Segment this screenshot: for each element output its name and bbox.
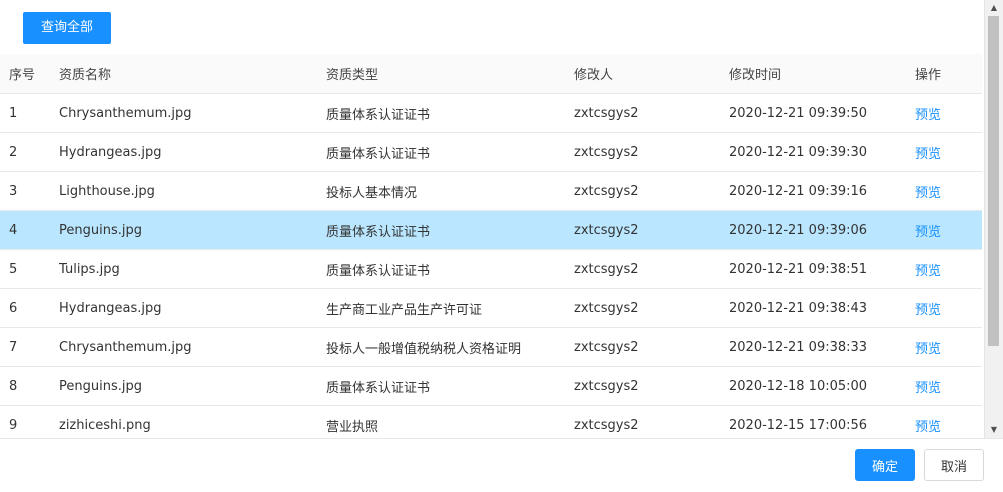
cell-index: 8 — [0, 366, 59, 406]
cell-modifier: zxtcsgys2 — [574, 171, 729, 211]
preview-link[interactable]: 预览 — [915, 288, 982, 328]
cell-index: 2 — [0, 132, 59, 172]
cell-name: Chrysanthemum.jpg — [59, 327, 326, 367]
preview-link[interactable]: 预览 — [915, 93, 982, 133]
table-row-selected[interactable]: 4 Penguins.jpg 质量体系认证证书 zxtcsgys2 2020-1… — [0, 210, 982, 250]
cell-modifier: zxtcsgys2 — [574, 405, 729, 438]
cell-name: Penguins.jpg — [59, 210, 326, 250]
qualification-table: 序号 资质名称 资质类型 修改人 修改时间 操作 1 Chrysanthemum… — [0, 54, 982, 438]
table-header-row: 序号 资质名称 资质类型 修改人 修改时间 操作 — [0, 54, 982, 94]
preview-link[interactable]: 预览 — [915, 132, 982, 172]
cell-type: 质量体系认证证书 — [326, 93, 574, 133]
cell-time: 2020-12-15 17:00:56 — [729, 405, 915, 438]
cell-name: Penguins.jpg — [59, 366, 326, 406]
table-row[interactable]: 6 Hydrangeas.jpg 生产商工业产品生产许可证 zxtcsgys2 … — [0, 288, 982, 328]
cell-modifier: zxtcsgys2 — [574, 249, 729, 289]
cell-time: 2020-12-21 09:39:16 — [729, 171, 915, 211]
cell-time: 2020-12-21 09:39:06 — [729, 210, 915, 250]
cell-index: 9 — [0, 405, 59, 438]
cell-index: 1 — [0, 93, 59, 133]
cell-type: 质量体系认证证书 — [326, 249, 574, 289]
cell-name: Lighthouse.jpg — [59, 171, 326, 211]
preview-link[interactable]: 预览 — [915, 249, 982, 289]
table-row[interactable]: 5 Tulips.jpg 质量体系认证证书 zxtcsgys2 2020-12-… — [0, 249, 982, 289]
table-row[interactable]: 9 zizhiceshi.png 营业执照 zxtcsgys2 2020-12-… — [0, 405, 982, 438]
cell-index: 3 — [0, 171, 59, 211]
cell-type: 投标人基本情况 — [326, 171, 574, 211]
cell-name: Tulips.jpg — [59, 249, 326, 289]
cell-type: 投标人一般增值税纳税人资格证明 — [326, 327, 574, 367]
preview-link[interactable]: 预览 — [915, 210, 982, 250]
cell-modifier: zxtcsgys2 — [574, 210, 729, 250]
cell-name: Chrysanthemum.jpg — [59, 93, 326, 133]
cell-modifier: zxtcsgys2 — [574, 288, 729, 328]
table-row[interactable]: 3 Lighthouse.jpg 投标人基本情况 zxtcsgys2 2020-… — [0, 171, 982, 211]
cell-time: 2020-12-21 09:38:51 — [729, 249, 915, 289]
cancel-button[interactable]: 取消 — [924, 449, 984, 481]
header-name: 资质名称 — [59, 54, 326, 94]
cell-index: 5 — [0, 249, 59, 289]
cell-time: 2020-12-18 10:05:00 — [729, 366, 915, 406]
cell-name: zizhiceshi.png — [59, 405, 326, 438]
cell-type: 质量体系认证证书 — [326, 366, 574, 406]
cell-type: 营业执照 — [326, 405, 574, 438]
scroll-down-arrow-icon[interactable]: ▼ — [985, 422, 1003, 438]
preview-link[interactable]: 预览 — [915, 171, 982, 211]
cell-time: 2020-12-21 09:38:33 — [729, 327, 915, 367]
cell-index: 6 — [0, 288, 59, 328]
toolbar: 查询全部 — [0, 0, 984, 54]
header-time: 修改时间 — [729, 54, 915, 94]
header-modifier: 修改人 — [574, 54, 729, 94]
header-type: 资质类型 — [326, 54, 574, 94]
preview-link[interactable]: 预览 — [915, 327, 982, 367]
vertical-scrollbar[interactable]: ▲ ▼ — [984, 0, 1003, 438]
cell-index: 7 — [0, 327, 59, 367]
preview-link[interactable]: 预览 — [915, 405, 982, 438]
cell-index: 4 — [0, 210, 59, 250]
cell-name: Hydrangeas.jpg — [59, 288, 326, 328]
cell-modifier: zxtcsgys2 — [574, 132, 729, 172]
table-row[interactable]: 7 Chrysanthemum.jpg 投标人一般增值税纳税人资格证明 zxtc… — [0, 327, 982, 367]
cell-time: 2020-12-21 09:38:43 — [729, 288, 915, 328]
cell-name: Hydrangeas.jpg — [59, 132, 326, 172]
cell-modifier: zxtcsgys2 — [574, 93, 729, 133]
dialog-footer: 确定 取消 — [0, 438, 1003, 492]
cell-modifier: zxtcsgys2 — [574, 366, 729, 406]
table-row[interactable]: 1 Chrysanthemum.jpg 质量体系认证证书 zxtcsgys2 2… — [0, 93, 982, 133]
table-row[interactable]: 8 Penguins.jpg 质量体系认证证书 zxtcsgys2 2020-1… — [0, 366, 982, 406]
query-all-button[interactable]: 查询全部 — [23, 12, 111, 44]
cell-modifier: zxtcsgys2 — [574, 327, 729, 367]
confirm-button[interactable]: 确定 — [855, 449, 915, 481]
cell-time: 2020-12-21 09:39:30 — [729, 132, 915, 172]
table-row[interactable]: 2 Hydrangeas.jpg 质量体系认证证书 zxtcsgys2 2020… — [0, 132, 982, 172]
preview-link[interactable]: 预览 — [915, 366, 982, 406]
cell-type: 质量体系认证证书 — [326, 210, 574, 250]
cell-type: 生产商工业产品生产许可证 — [326, 288, 574, 328]
header-action: 操作 — [915, 54, 982, 94]
scroll-thumb[interactable] — [988, 16, 999, 346]
scroll-up-arrow-icon[interactable]: ▲ — [985, 0, 1003, 16]
cell-type: 质量体系认证证书 — [326, 132, 574, 172]
header-index: 序号 — [0, 54, 59, 94]
cell-time: 2020-12-21 09:39:50 — [729, 93, 915, 133]
